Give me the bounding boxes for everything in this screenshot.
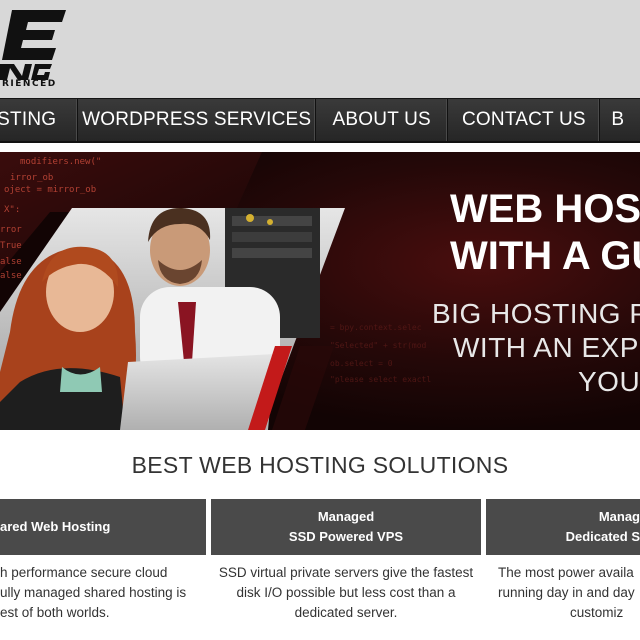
nav-item-wordpress-services[interactable]: WORDPRESS SERVICES xyxy=(78,99,317,141)
plan-title-line: Dedicated S xyxy=(565,529,640,544)
plan-title-line: Manag xyxy=(598,509,640,524)
plan-header-managed-vps[interactable]: Managed SSD Powered VPS xyxy=(211,499,481,555)
section-title: BEST WEB HOSTING SOLUTIONS xyxy=(131,452,509,478)
hero-title: WEB HOS WITH A GU xyxy=(450,186,640,280)
plan-desc-line: est of both worlds. xyxy=(0,605,110,620)
svg-text:rror: rror xyxy=(0,225,22,235)
plan-desc-line: The most power availa xyxy=(498,565,634,580)
svg-text:alse: alse xyxy=(0,271,22,281)
svg-text:alse: alse xyxy=(0,257,22,267)
svg-text:True: True xyxy=(0,241,22,251)
nav-label: ABOUT US xyxy=(332,109,431,130)
plan-header-dedicated[interactable]: Manag Dedicated S xyxy=(486,499,640,555)
plan-desc-line: ully managed shared hosting is xyxy=(0,585,187,600)
plan-desc-line: SSD virtual private servers give the fas… xyxy=(218,565,474,580)
svg-text:ob.select = 0: ob.select = 0 xyxy=(330,359,393,368)
svg-text:oject = mirror_ob: oject = mirror_ob xyxy=(4,185,96,195)
nav-label: B xyxy=(611,109,625,130)
plan-desc-line: h performance secure cloud xyxy=(0,565,168,580)
plan-desc-line: disk I/O possible but less cost than a xyxy=(236,585,456,600)
site-header: RIENCED xyxy=(0,0,640,98)
hero-title-line: WEB HOS xyxy=(450,187,640,231)
svg-text:irror_ob: irror_ob xyxy=(10,173,53,183)
hero-subtitle-line: WITH AN EXP xyxy=(453,332,639,363)
svg-text:= bpy.context.selec: = bpy.context.selec xyxy=(330,323,422,332)
nav-label: OSTING xyxy=(0,109,57,130)
plan-description-dedicated: The most power availa running day in and… xyxy=(486,563,640,623)
hero-banner: modifiers.new(" irror_ob oject = mirror_… xyxy=(0,152,640,430)
nav-item-about-us[interactable]: ABOUT US xyxy=(316,99,449,141)
main-nav: OSTING WORDPRESS SERVICES ABOUT US CONTA… xyxy=(0,98,640,143)
plan-title-line: Managed xyxy=(317,509,375,524)
nav-item-blog[interactable]: B xyxy=(600,99,640,141)
plan-title-line: ared Web Hosting xyxy=(0,519,111,534)
plan-desc-line: dedicated server. xyxy=(294,605,398,620)
plan-description-managed-vps: SSD virtual private servers give the fas… xyxy=(211,563,481,623)
svg-text:X":: X": xyxy=(4,205,20,215)
plan-description-shared-hosting: h performance secure cloud ully managed … xyxy=(0,563,206,623)
nav-item-hosting[interactable]: OSTING xyxy=(0,99,79,141)
plan-desc-line: customiz xyxy=(570,605,624,620)
nav-label: CONTACT US xyxy=(462,109,586,130)
plan-title-line: SSD Powered VPS xyxy=(288,529,404,544)
plan-header-shared-hosting[interactable]: ared Web Hosting xyxy=(0,499,206,555)
svg-text:modifiers.new(": modifiers.new(" xyxy=(20,157,101,167)
svg-text:"please select exactl: "please select exactl xyxy=(330,375,431,384)
logo-tagline: RIENCED xyxy=(2,79,57,89)
plans-grid: ared Web Hosting Managed SSD Powered VPS… xyxy=(0,499,640,640)
hero-subtitle-line: YOU xyxy=(578,366,640,397)
hero-title-line: WITH A GU xyxy=(450,234,640,278)
plan-desc-line: running day in and day xyxy=(498,585,635,600)
nav-label: WORDPRESS SERVICES xyxy=(82,109,312,130)
hero-subtitle-line: BIG HOSTING P xyxy=(432,298,640,329)
hero-subtitle: BIG HOSTING P WITH AN EXP YOU xyxy=(432,297,640,399)
svg-text:"Selected" + str(mod: "Selected" + str(mod xyxy=(330,341,427,350)
nav-item-contact-us[interactable]: CONTACT US xyxy=(448,99,601,141)
